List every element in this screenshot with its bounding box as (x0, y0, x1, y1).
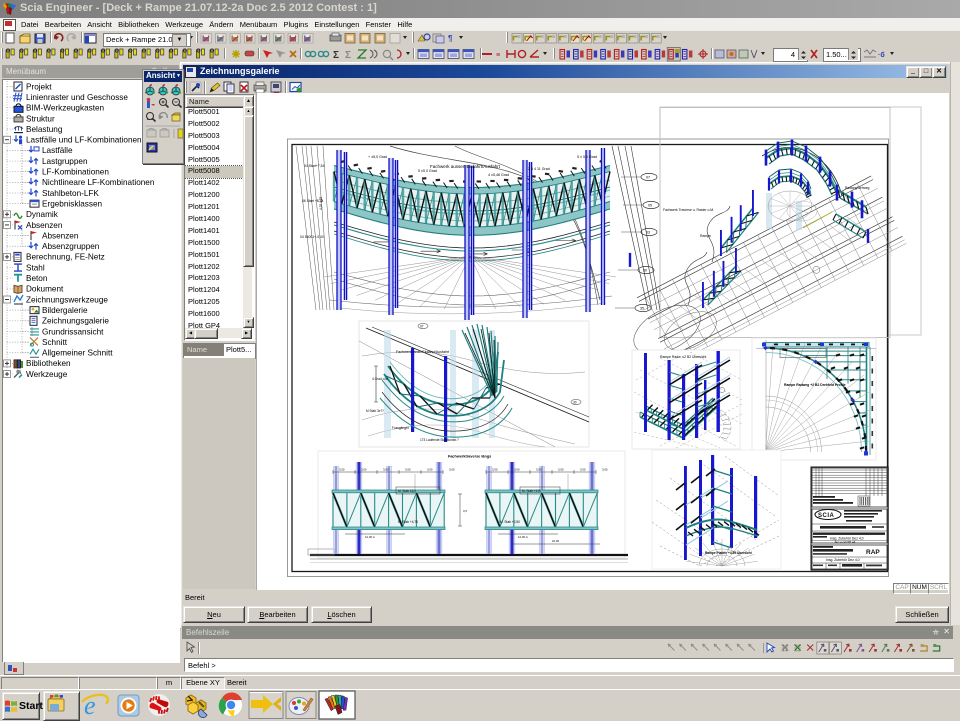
svg-text:4,25 4,25: 4,25 4,25 (319, 196, 323, 210)
svg-text:Absenzen: Absenzen (26, 221, 63, 230)
svg-text:RAP: RAP (866, 549, 880, 556)
svg-text:Allgemeiner Schnitt: Allgemeiner Schnitt (42, 349, 113, 358)
svg-text:Bildergalerie: Bildergalerie (42, 306, 88, 315)
svg-text:07: 07 (646, 176, 650, 180)
svg-text:+ ±5,0 Grad: + ±5,0 Grad (368, 155, 387, 159)
svg-text:3,00: 3,00 (558, 468, 564, 472)
svg-text:Absenzgruppen: Absenzgruppen (42, 242, 100, 251)
svg-text:3,00: 3,00 (405, 468, 411, 472)
svg-text:2 5 4 11 Grad: 2 5 4 11 Grad (528, 167, 550, 171)
svg-text:3,00: 3,00 (492, 468, 498, 472)
svg-text:Stahl: Stahl (26, 263, 45, 272)
svg-text:12,00 m: 12,00 m (518, 535, 529, 539)
svg-text:M. Stab +4,75: M. Stab +4,75 (398, 520, 418, 524)
svg-text:Fachwerk aussen Einfahrt/Ausfa: Fachwerk aussen Einfahrt/Ausfahrt (430, 164, 501, 169)
svg-text:30: 30 (573, 401, 577, 405)
svg-text:03: 03 (646, 231, 650, 235)
svg-text:3,00: 3,00 (602, 468, 608, 472)
svg-text:Berechnung, FE-Netz: Berechnung, FE-Netz (26, 253, 105, 262)
svg-text:Lastfälle: Lastfälle (42, 146, 73, 155)
svg-text:Jan von//295 a4: Jan von//295 a4 (834, 540, 856, 544)
svg-text:LF-Kombinationen: LF-Kombinationen (42, 168, 109, 177)
svg-text:Fachwerktraverse längs: Fachwerktraverse längs (448, 455, 491, 459)
svg-text:30: 30 (643, 269, 647, 273)
svg-text:3,00: 3,00 (361, 468, 367, 472)
svg-text:Rampe Platten +4,50 Übersicht: Rampe Platten +4,50 Übersicht (705, 550, 753, 555)
svg-text:4 ±5,48 Grad: 4 ±5,48 Grad (488, 173, 509, 177)
svg-text:Beton: Beton (26, 274, 48, 283)
svg-text:Dynamik: Dynamik (26, 210, 59, 219)
svg-text:Lastgruppen: Lastgruppen (42, 157, 88, 166)
svg-text:Radweg/Gehweg: Radweg/Gehweg (845, 186, 870, 190)
svg-text:Fachwerk innen Einfahrt/Ausfah: Fachwerk innen Einfahrt/Ausfahrt (396, 350, 449, 354)
svg-text:Projekt: Projekt (26, 82, 52, 91)
svg-text:M. Stab +2,50: M. Stab +2,50 (500, 520, 520, 524)
svg-text:Fussgänger: Fussgänger (392, 426, 410, 430)
svg-text:35: 35 (640, 307, 644, 311)
svg-text:12,00 m: 12,00 m (365, 535, 376, 539)
svg-text:3,00: 3,00 (449, 468, 455, 472)
svg-text:≡: ≡ (496, 52, 500, 59)
svg-text:Linienraster und Geschosse: Linienraster und Geschosse (26, 93, 128, 102)
svg-text:4 Grad o.M.: 4 Grad o.M. (372, 377, 389, 381)
svg-text:Nichtlineare LF-Kombinationen: Nichtlineare LF-Kombinationen (42, 178, 155, 187)
svg-text:3,5: 3,5 (463, 509, 467, 513)
svg-text:Ergebnisklassen: Ergebnisklassen (42, 199, 103, 208)
svg-text:Bibliotheken: Bibliotheken (26, 359, 71, 368)
svg-text:Rampe Radw. u2 B2 Übersicht: Rampe Radw. u2 B2 Übersicht (660, 355, 706, 359)
svg-text:BIM-Werkzeugkasten: BIM-Werkzeugkasten (26, 104, 105, 113)
svg-text:SCIA: SCIA (818, 513, 835, 519)
svg-text:Zeichnungsgalerie: Zeichnungsgalerie (42, 317, 109, 326)
svg-text:3,00: 3,00 (536, 468, 542, 472)
svg-text:173 Laufende Stahlkonstr.?: 173 Laufende Stahlkonstr.? (420, 438, 459, 442)
svg-text:Struktur: Struktur (26, 114, 55, 123)
svg-text:Σ: Σ (345, 50, 351, 61)
svg-text:Stahlbeton-LFK: Stahlbeton-LFK (42, 189, 99, 198)
svg-text:Rampe Radweg +2 B2 Drehfeld Pr: Rampe Radweg +2 B2 Drehfeld Profile (784, 383, 846, 387)
svg-text:Zeichnungswerkzeuge: Zeichnungswerkzeuge (26, 295, 108, 304)
svg-text:3,00: 3,00 (339, 468, 345, 472)
svg-text:3,00: 3,00 (580, 468, 586, 472)
svg-text:Σ: Σ (333, 50, 339, 61)
svg-text:Grundrissansicht: Grundrissansicht (42, 327, 104, 336)
svg-text:Dokument: Dokument (26, 285, 64, 294)
svg-text:M. Stab +4 B.: M. Stab +4 B. (522, 489, 542, 493)
svg-text:Werkzeuge: Werkzeuge (26, 370, 68, 379)
svg-text:Belastung: Belastung (26, 125, 63, 134)
svg-text:04 54001+-0,00: 04 54001+-0,00 (300, 235, 324, 239)
svg-text:05: 05 (648, 204, 652, 208)
svg-text:Schnitt: Schnitt (42, 338, 68, 347)
svg-text:5 ±5 0 Grad: 5 ±5 0 Grad (418, 169, 437, 173)
svg-text:Fachwerk Traverse u. Raster o.: Fachwerk Traverse u. Raster o.M. (663, 208, 714, 212)
svg-text:·б: ·б (878, 51, 885, 59)
svg-text:Absenzen: Absenzen (42, 231, 79, 240)
svg-text:04 Start+7,54: 04 Start+7,54 (304, 164, 325, 168)
svg-text:3,00: 3,00 (427, 468, 433, 472)
svg-text:3,00: 3,00 (514, 468, 520, 472)
svg-text:Lastfälle und LF-Kombinationen: Lastfälle und LF-Kombinationen (26, 136, 142, 145)
svg-text:07: 07 (420, 325, 424, 329)
svg-text:24,00: 24,00 (552, 539, 559, 543)
svg-text:Rampe: Rampe (700, 234, 711, 238)
svg-text:3,00: 3,00 (383, 468, 389, 472)
svg-text:5 ± 5,0 Grad: 5 ± 5,0 Grad (577, 155, 597, 159)
svg-text:¶: ¶ (448, 34, 453, 43)
svg-text:M Stab 3x??: M Stab 3x?? (366, 409, 384, 413)
svg-text:M. Stab 15,0: M. Stab 15,0 (398, 489, 416, 493)
svg-text:Insg. Zubehör Dez 4,0: Insg. Zubehör Dez 4,0 (826, 558, 860, 562)
